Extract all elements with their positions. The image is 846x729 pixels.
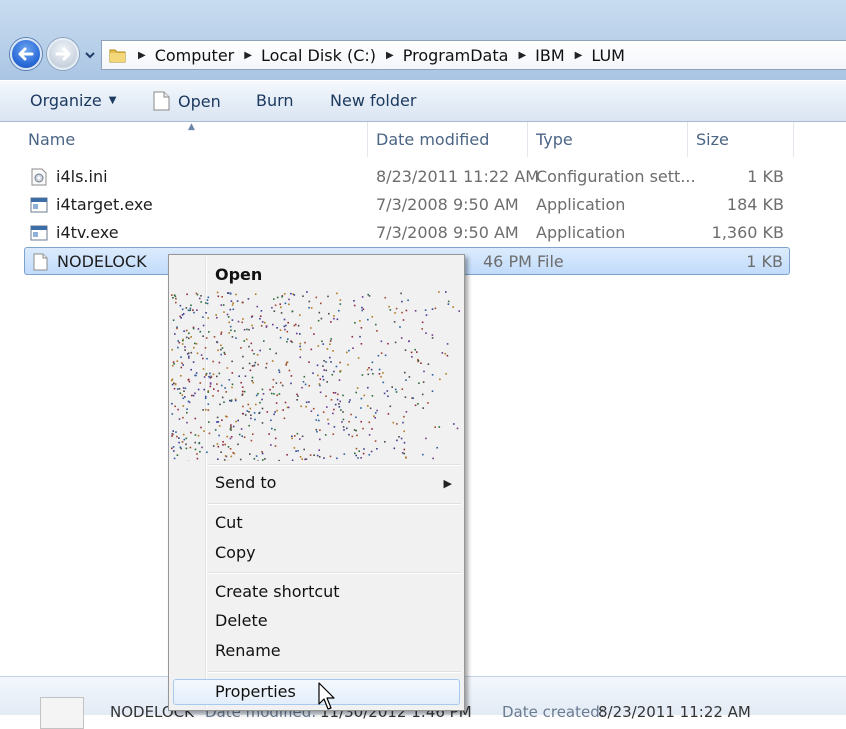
column-header-type[interactable]: Type <box>536 122 573 157</box>
column-headers: ▲ Name Date modified Type Size <box>0 122 846 157</box>
file-size: 1 KB <box>746 248 783 276</box>
sort-ascending-icon: ▲ <box>188 122 195 132</box>
menu-item-cut[interactable]: Cut <box>215 511 243 535</box>
burn-label: Burn <box>256 91 294 110</box>
context-menu: Open Send to ▶ Cut Copy Create shortcut … <box>168 254 465 711</box>
menu-item-delete[interactable]: Delete <box>215 609 268 633</box>
column-header-date-modified[interactable]: Date modified <box>376 122 489 157</box>
file-size: 1 KB <box>747 163 784 191</box>
application-icon <box>30 196 48 214</box>
column-divider[interactable] <box>367 122 368 157</box>
file-row-i4target-exe[interactable]: i4target.exe 7/3/2008 9:50 AM Applicatio… <box>24 191 790 219</box>
breadcrumb-lum[interactable]: LUM <box>591 46 625 65</box>
recent-pages-chevron-icon[interactable] <box>84 49 96 61</box>
file-name: i4ls.ini <box>56 163 108 191</box>
menu-item-rename[interactable]: Rename <box>215 639 281 663</box>
menu-item-open[interactable]: Open <box>215 263 262 287</box>
details-date-created-label: Date created: <box>502 703 605 721</box>
breadcrumb-computer[interactable]: Computer <box>155 46 235 65</box>
chevron-right-icon[interactable]: ▶ <box>244 50 252 61</box>
menu-separator <box>208 503 461 505</box>
new-folder-button[interactable]: New folder <box>330 91 416 110</box>
open-button[interactable]: Open <box>153 91 221 111</box>
mouse-pointer-icon <box>318 682 338 712</box>
file-date-modified: 7/3/2008 9:50 AM <box>376 191 519 219</box>
breadcrumb-ibm[interactable]: IBM <box>535 46 565 65</box>
back-button[interactable] <box>10 38 42 70</box>
blank-file-icon <box>40 697 84 729</box>
organize-label: Organize <box>30 91 102 110</box>
file-date-modified: 46 PM <box>483 248 532 276</box>
forward-button[interactable] <box>47 38 79 70</box>
settings-file-icon <box>30 168 48 186</box>
column-divider[interactable] <box>687 122 688 157</box>
blank-file-icon <box>31 253 49 271</box>
column-header-name[interactable]: Name <box>28 122 75 157</box>
menu-item-properties[interactable]: Properties <box>215 680 296 704</box>
burn-button[interactable]: Burn <box>256 91 294 110</box>
chevron-right-icon[interactable]: ▶ <box>138 50 146 61</box>
file-type: Application <box>536 191 625 219</box>
chevron-right-icon[interactable]: ▶ <box>518 50 526 61</box>
column-divider[interactable] <box>793 122 794 157</box>
file-name: i4target.exe <box>56 191 153 219</box>
address-field[interactable]: ▶ Computer ▶ Local Disk (C:) ▶ ProgramDa… <box>101 40 846 70</box>
column-divider[interactable] <box>527 122 528 157</box>
breadcrumb: ▶ Computer ▶ Local Disk (C:) ▶ ProgramDa… <box>102 41 625 69</box>
file-size: 184 KB <box>727 191 784 219</box>
file-date-modified: 8/23/2011 11:22 AM <box>376 163 539 191</box>
menu-separator <box>208 671 461 673</box>
file-row-i4ls-ini[interactable]: i4ls.ini 8/23/2011 11:22 AM Configuratio… <box>24 163 790 191</box>
menu-separator <box>208 572 461 574</box>
menu-item-copy[interactable]: Copy <box>215 541 256 565</box>
back-arrow-icon <box>16 44 36 64</box>
file-type: File <box>537 248 564 276</box>
document-icon <box>153 91 170 111</box>
file-name: i4tv.exe <box>56 219 119 247</box>
chevron-right-icon: ▶ <box>444 477 452 490</box>
chevron-down-icon: ▼ <box>109 95 117 106</box>
open-label: Open <box>178 92 221 111</box>
address-bar-area: ▶ Computer ▶ Local Disk (C:) ▶ ProgramDa… <box>0 0 846 80</box>
file-size: 1,360 KB <box>712 219 784 247</box>
file-type: Application <box>536 219 625 247</box>
organize-button[interactable]: Organize ▼ <box>30 91 116 110</box>
command-bar: Organize ▼ Open Burn New folder <box>0 80 846 122</box>
file-row-i4tv-exe[interactable]: i4tv.exe 7/3/2008 9:50 AM Application 1,… <box>24 219 790 247</box>
menu-item-send-to[interactable]: Send to <box>215 471 464 495</box>
application-icon <box>30 224 48 242</box>
chevron-right-icon[interactable]: ▶ <box>386 50 394 61</box>
menu-item-send-to-label: Send to <box>215 473 276 492</box>
breadcrumb-local-disk[interactable]: Local Disk (C:) <box>261 46 376 65</box>
column-header-size[interactable]: Size <box>696 122 729 157</box>
folder-icon <box>109 47 126 64</box>
file-date-modified: 7/3/2008 9:50 AM <box>376 219 519 247</box>
chevron-right-icon[interactable]: ▶ <box>575 50 583 61</box>
menu-separator <box>208 464 461 466</box>
forward-arrow-icon <box>53 44 73 64</box>
file-type: Configuration sett... <box>536 163 696 191</box>
menu-item-create-shortcut[interactable]: Create shortcut <box>215 580 340 604</box>
obscured-menu-region <box>171 291 461 461</box>
details-date-created-value: 8/23/2011 11:22 AM <box>598 703 751 721</box>
file-name: NODELOCK <box>57 248 147 276</box>
breadcrumb-programdata[interactable]: ProgramData <box>403 46 509 65</box>
new-folder-label: New folder <box>330 91 416 110</box>
